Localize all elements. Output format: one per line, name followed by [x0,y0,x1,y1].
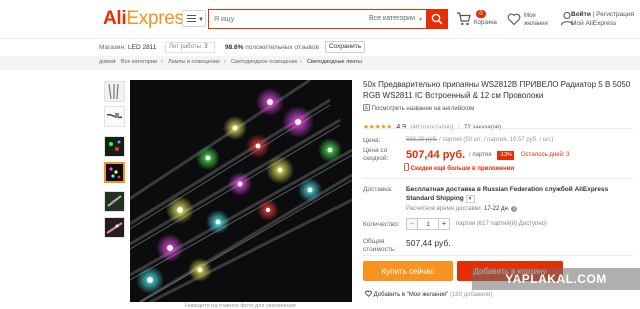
category-select[interactable]: Все категории [369,15,415,22]
chevron-down-icon: ▼ [198,17,204,23]
header-divider [0,38,640,39]
app-discount-link[interactable]: Скидки ещё больше в приложении [404,163,514,172]
store-feedback[interactable]: 98.6% положительных отзывов [225,44,319,51]
thumbnail-3[interactable] [104,136,125,157]
per-lot-label: / партия [469,152,492,158]
heart-icon [365,290,372,297]
save-store-button[interactable]: Сохранить [325,41,365,53]
time-left: Осталось дней: 3 [521,152,570,158]
thumbnail-1[interactable] [104,81,125,102]
cart-icon[interactable] [456,11,472,27]
quantity-decrease-button[interactable]: − [406,218,418,230]
main-product-photo[interactable] [130,80,352,302]
search-icon [431,13,443,25]
translate-title-link[interactable]: A Посмотреть название на английском [363,104,474,112]
search-button[interactable] [426,9,448,29]
chevron-down-icon: ▼ [465,194,475,203]
breadcrumb-led-strips[interactable]: Светодиодные ленты [307,59,362,65]
photo-caption: Наведите на главное фото для увеличения [185,303,296,309]
translate-icon: A [363,104,370,112]
login-register[interactable]: Войти | Регистрация [571,11,634,18]
add-to-wishlist-link[interactable]: Добавить в "Мои желания" (189 добавили) [365,290,493,298]
phone-icon [404,163,409,171]
watermark: YAPLAKAL.COM [472,268,640,290]
buy-now-button[interactable]: Купить сейчас [363,261,453,281]
wishlist-link[interactable]: Мои желания [524,12,554,28]
total-price: 507,44 руб. [406,238,451,248]
my-aliexpress-link[interactable]: Мой AliExpress [571,20,616,27]
thumbnail-6[interactable] [104,217,125,238]
breadcrumb-lamps[interactable]: Лампы и освещение [168,59,220,65]
register-link[interactable]: Регистрация [596,11,634,18]
product-rating[interactable]: ★★★★★ 4.9 (48 голос(а/ов)) | 72 заказа(о… [363,116,501,134]
store-name-link[interactable]: LED 2811 [128,44,156,51]
cart-count-badge: 0 [476,10,486,18]
heart-icon[interactable] [507,12,521,26]
quantity-increase-button[interactable]: + [438,218,450,230]
delivery-estimate: Расчетное время доставки: 17-22 дн. i [406,206,518,212]
quantity-available: партия (617 партий(й) Доступно) [456,221,547,227]
divider [363,255,633,256]
store-label: Магазин: [99,44,126,51]
search-box: Все категории ▼ [208,9,426,29]
cart-label[interactable]: Корзина [474,20,497,26]
product-title: 50x Предварительно припаяны WS2812B ПРИВ… [363,80,631,100]
category-menu-button[interactable]: ▼ [182,10,206,27]
breadcrumb-all-categories[interactable]: Все категории [121,59,157,65]
divider [363,178,633,179]
store-years-badge: Лет работы: 3 [165,42,215,53]
delivery-label: Доставка: [363,186,393,193]
discount-badge: -13% [497,151,514,160]
quantity-label: Количество: [363,221,400,228]
original-price: 583,25 руб. / партия (50 шт. / партия, 1… [406,137,554,143]
chevron-down-icon: ▼ [418,17,423,23]
hamburger-icon [187,15,196,22]
search-input[interactable] [209,10,364,28]
divider [363,128,633,129]
thumbnail-4-selected[interactable] [104,162,125,183]
total-label: Общая стоимость: [363,238,396,253]
breadcrumb-led-lighting[interactable]: Светодиодное освещение [231,59,298,65]
info-icon: i [511,206,518,212]
price-label: Цена: [363,137,381,144]
discount-price-label: Цена со скидкой: [363,147,389,162]
quantity-input[interactable] [418,218,438,230]
aliexpress-logo[interactable]: AliExpress [103,8,193,30]
discount-price: 507,44 руб. [406,149,466,161]
led-strip-photo [130,80,352,302]
delivery-info[interactable]: Бесплатная доставка в Russian Federation… [406,186,634,203]
breadcrumb-home[interactable]: домой [99,59,115,65]
thumbnail-5[interactable] [104,191,125,212]
thumbnail-2[interactable] [104,106,125,127]
login-link[interactable]: Войти [571,11,591,18]
breadcrumb: домой › Все категории › Лампы и освещени… [0,56,640,70]
